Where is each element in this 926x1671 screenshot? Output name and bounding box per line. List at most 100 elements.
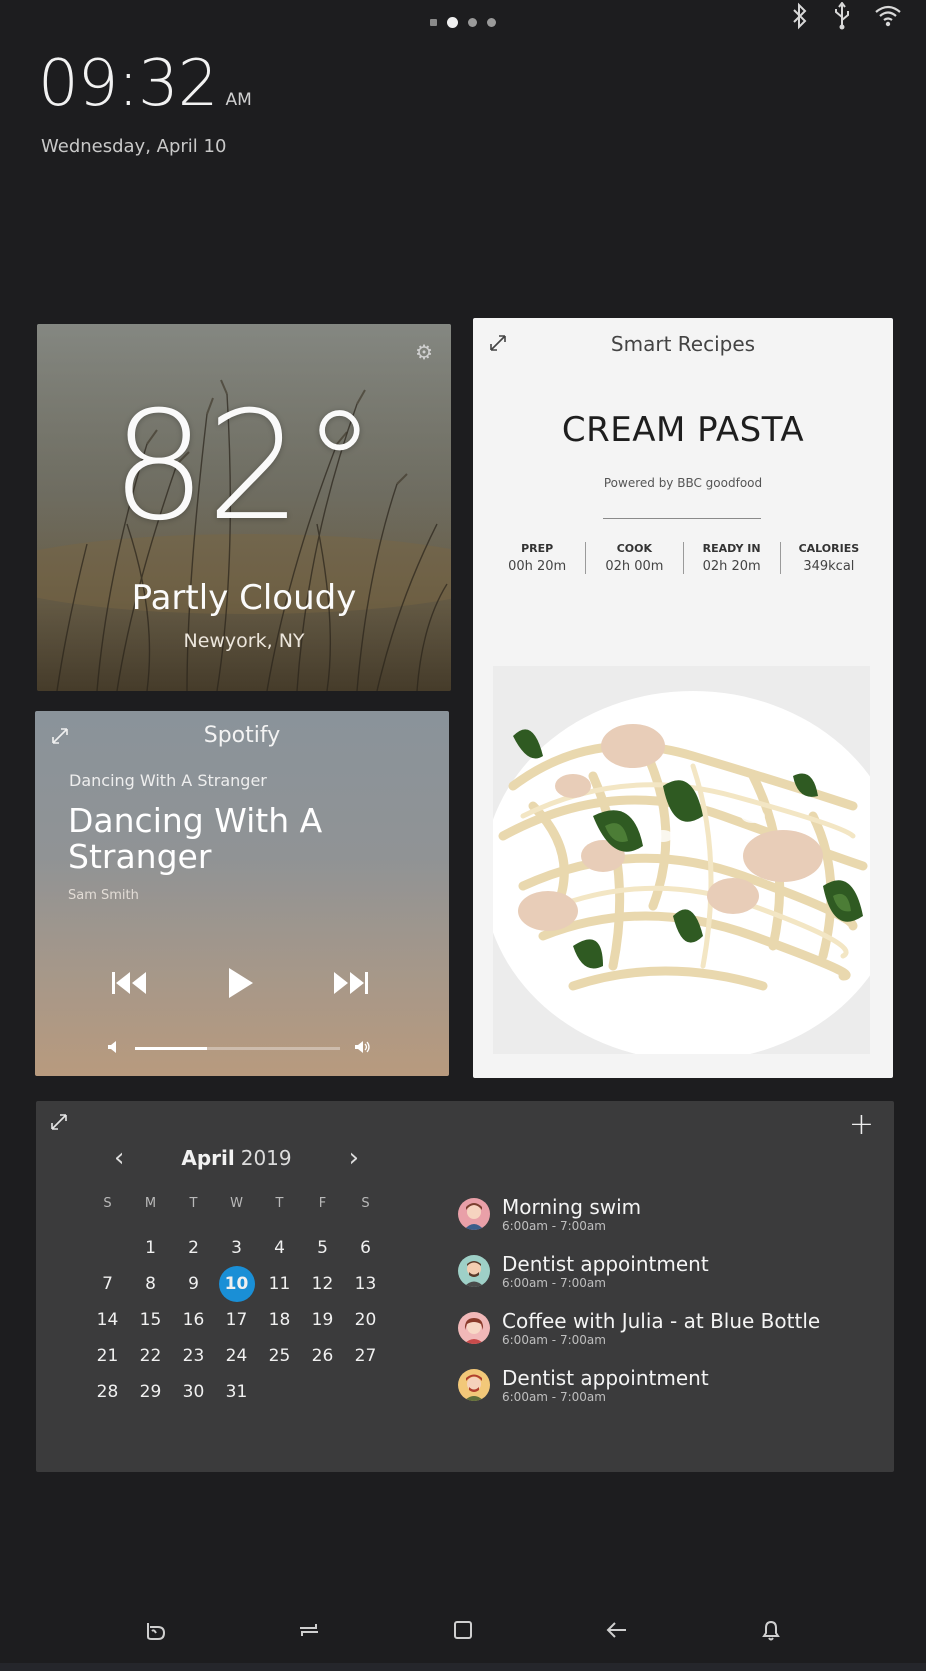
- calendar-day[interactable]: 3: [215, 1231, 258, 1267]
- stat-value: 349kcal: [803, 559, 855, 574]
- status-icons: [790, 1, 902, 36]
- weather-location: Newyork, NY: [183, 630, 305, 652]
- recent-apps-icon[interactable]: [289, 1617, 329, 1649]
- expand-icon[interactable]: [50, 1113, 68, 1136]
- volume-slider[interactable]: [135, 1047, 340, 1050]
- play-icon[interactable]: [225, 966, 255, 1000]
- calendar-day[interactable]: 9: [172, 1267, 215, 1303]
- home-icon[interactable]: [443, 1617, 483, 1649]
- event-time: 6:00am - 7:00am: [502, 1333, 606, 1347]
- calendar-day[interactable]: 29: [129, 1375, 172, 1411]
- usb-icon: [832, 1, 852, 36]
- calendar-day[interactable]: 19: [301, 1303, 344, 1339]
- next-month-icon[interactable]: ›: [349, 1143, 359, 1173]
- calendar-day[interactable]: 25: [258, 1339, 301, 1375]
- spotify-app-name: Spotify: [203, 723, 281, 748]
- navigation-bar: [0, 1603, 926, 1663]
- weather-widget[interactable]: ⚙ 82° Partly Cloudy Newyork, NY: [37, 324, 451, 691]
- next-track-icon[interactable]: [330, 968, 370, 998]
- calendar-day[interactable]: 24: [215, 1339, 258, 1375]
- bottom-edge: [0, 1663, 926, 1671]
- event-item[interactable]: Dentist appointment 6:00am - 7:00am: [458, 1367, 878, 1424]
- calendar-day[interactable]: 17: [215, 1303, 258, 1339]
- calendar-day[interactable]: 26: [301, 1339, 344, 1375]
- calendar-day[interactable]: 30: [172, 1375, 215, 1411]
- calendar-day[interactable]: 18: [258, 1303, 301, 1339]
- notification-icon[interactable]: [751, 1617, 791, 1649]
- recipe-title: CREAM PASTA: [561, 410, 805, 450]
- calendar-day[interactable]: 31: [215, 1375, 258, 1411]
- calendar-day[interactable]: 21: [86, 1339, 129, 1375]
- calendar-day[interactable]: 12: [301, 1267, 344, 1303]
- volume-high-icon[interactable]: [354, 1039, 372, 1058]
- settings-gear-icon[interactable]: ⚙: [415, 340, 433, 364]
- bixby-icon[interactable]: [135, 1617, 175, 1649]
- recipes-app-name: Smart Recipes: [610, 332, 756, 356]
- calendar-day[interactable]: 27: [344, 1339, 387, 1375]
- back-icon[interactable]: [597, 1617, 637, 1649]
- page-dot[interactable]: [468, 18, 477, 27]
- calendar-day[interactable]: 6: [344, 1231, 387, 1267]
- stat-label: READY IN: [702, 542, 761, 555]
- weekday-header: T: [275, 1196, 284, 1211]
- calendar-day[interactable]: 16: [172, 1303, 215, 1339]
- weekday-header: M: [144, 1196, 157, 1211]
- song-artist: Sam Smith: [68, 888, 139, 903]
- calendar-day[interactable]: 11: [258, 1267, 301, 1303]
- calendar-day-today[interactable]: 10: [215, 1266, 258, 1303]
- calendar-day[interactable]: 14: [86, 1303, 129, 1339]
- event-title: Morning swim: [502, 1195, 642, 1219]
- calendar-day[interactable]: 20: [344, 1303, 387, 1339]
- smart-recipes-widget[interactable]: Smart Recipes CREAM PASTA Powered by BBC…: [473, 318, 893, 1078]
- calendar-grid: S M T W T F S 1 2 3 4 5 6 7 8 9 10 11 12 13 14 15 16 17 18 19 20 21…: [86, 1195, 388, 1411]
- spotify-widget[interactable]: Spotify Dancing With A Stranger Dancing …: [35, 711, 449, 1076]
- volume-low-icon[interactable]: [107, 1039, 121, 1058]
- event-time: 6:00am - 7:00am: [502, 1276, 606, 1290]
- weather-condition: Partly Cloudy: [131, 578, 357, 618]
- previous-track-icon[interactable]: [110, 968, 150, 998]
- weekday-header: S: [361, 1196, 370, 1211]
- calendar-day[interactable]: 5: [301, 1231, 344, 1267]
- calendar-day[interactable]: 13: [344, 1267, 387, 1303]
- calendar-day[interactable]: 22: [129, 1339, 172, 1375]
- month-navigator: ‹ April 2019 ›: [114, 1143, 359, 1173]
- recipe-photo[interactable]: [493, 666, 870, 1054]
- calendar-day[interactable]: 7: [86, 1267, 129, 1303]
- page-dot[interactable]: [430, 19, 437, 26]
- recipe-stats: PREP 00h 20m COOK 02h 00m READY IN 02h 2…: [489, 542, 877, 574]
- calendar-day[interactable]: 1: [129, 1231, 172, 1267]
- calendar-day[interactable]: 2: [172, 1231, 215, 1267]
- recipe-stat-ready: READY IN 02h 20m: [684, 542, 781, 574]
- volume-control: [107, 1039, 372, 1058]
- weather-temperature: 82°: [111, 380, 377, 554]
- page-dot-active[interactable]: [447, 17, 458, 28]
- calendar-day[interactable]: 23: [172, 1339, 215, 1375]
- stat-label: CALORIES: [798, 542, 860, 555]
- stat-value: 02h 20m: [702, 559, 761, 574]
- playlist-subtitle: Dancing With A Stranger: [69, 771, 267, 790]
- previous-month-icon[interactable]: ‹: [114, 1143, 124, 1173]
- lockscreen-clock: 09:32 AM: [38, 52, 252, 116]
- divider: [603, 518, 761, 519]
- calendar-day[interactable]: 15: [129, 1303, 172, 1339]
- playback-controls: [110, 966, 370, 1000]
- event-item[interactable]: Coffee with Julia - at Blue Bottle 6:00a…: [458, 1310, 878, 1367]
- month-name: April: [181, 1146, 235, 1170]
- add-event-icon[interactable]: +: [849, 1107, 874, 1142]
- wifi-icon: [874, 2, 902, 36]
- event-item[interactable]: Morning swim 6:00am - 7:00am: [458, 1196, 878, 1253]
- calendar-day[interactable]: 28: [86, 1375, 129, 1411]
- calendar-day[interactable]: 4: [258, 1231, 301, 1267]
- stat-value: 00h 20m: [508, 559, 567, 574]
- page-dot[interactable]: [487, 18, 496, 27]
- avatar: [458, 1312, 490, 1344]
- calendar-day[interactable]: 8: [129, 1267, 172, 1303]
- weekday-header: S: [103, 1196, 112, 1211]
- empty-day-cell: [86, 1231, 129, 1267]
- page-indicator[interactable]: [430, 17, 496, 28]
- stat-label: PREP: [521, 542, 554, 555]
- avatar: [458, 1198, 490, 1230]
- event-item[interactable]: Dentist appointment 6:00am - 7:00am: [458, 1253, 878, 1310]
- calendar-widget[interactable]: + ‹ April 2019 › S M T W T F S 1 2 3 4 5 6 7 8 9 10 11 12 13…: [36, 1101, 894, 1472]
- recipe-stat-calories: CALORIES 349kcal: [781, 542, 877, 574]
